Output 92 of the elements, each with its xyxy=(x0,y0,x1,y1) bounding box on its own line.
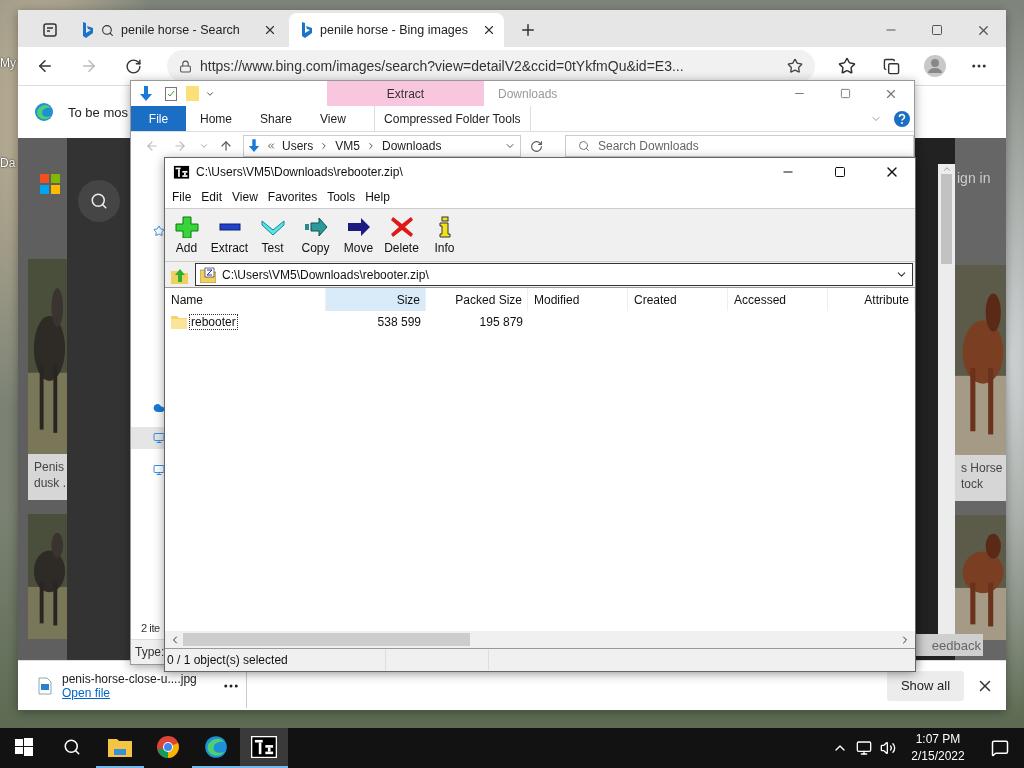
sign-in-link[interactable]: ign in xyxy=(955,170,1006,265)
properties-icon xyxy=(165,86,177,101)
arrow-icon xyxy=(346,215,371,238)
bing-icon xyxy=(82,22,94,38)
image-caption: dusk . xyxy=(34,476,67,490)
edge-icon xyxy=(34,102,54,122)
column-header[interactable]: Size xyxy=(326,288,426,311)
search-button[interactable] xyxy=(77,180,120,222)
chrome-icon xyxy=(156,735,180,759)
menu-item[interactable]: Edit xyxy=(196,190,228,204)
open-file-link[interactable]: Open file xyxy=(62,685,222,700)
edge-icon xyxy=(204,735,228,759)
menu-item[interactable]: Favorites xyxy=(262,190,323,204)
windows-icon xyxy=(15,738,33,756)
ribbon-tab[interactable]: View xyxy=(306,106,360,131)
image-caption: Penis xyxy=(34,460,66,474)
image-caption: s Horse xyxy=(961,461,1004,475)
arrow-icon xyxy=(303,215,328,238)
image-file-icon xyxy=(38,676,52,695)
taskbar-button[interactable] xyxy=(240,728,288,768)
logo-icon xyxy=(40,174,60,194)
favorites-icon[interactable] xyxy=(838,57,856,75)
back-icon[interactable] xyxy=(36,57,54,75)
volume-icon[interactable] xyxy=(880,740,896,756)
plus-icon xyxy=(174,215,199,238)
help-icon[interactable] xyxy=(894,110,910,127)
maximize-icon[interactable] xyxy=(834,166,846,178)
download-file-name: penis-horse-close-u....jpg xyxy=(62,671,198,686)
scroll-thumb[interactable] xyxy=(941,174,952,264)
table-cell-text: 195 879 xyxy=(478,314,524,331)
ribbon-tab[interactable]: Share xyxy=(246,106,307,131)
close-icon[interactable] xyxy=(482,23,496,37)
monitor-icon xyxy=(153,463,165,477)
ribbon-tab[interactable]: File xyxy=(131,106,186,131)
refresh-icon[interactable] xyxy=(124,57,142,75)
zip-folder-icon xyxy=(200,266,216,283)
feedback-button[interactable]: eedback xyxy=(915,634,983,656)
bing-icon xyxy=(301,22,313,38)
show-all-button[interactable]: Show all xyxy=(887,670,964,701)
monitor-icon xyxy=(153,431,165,445)
search-field[interactable]: Search Downloads xyxy=(565,135,914,157)
toolbar-button[interactable]: Add xyxy=(165,211,208,259)
up-icon[interactable] xyxy=(219,139,233,153)
scroll-thumb[interactable] xyxy=(183,633,470,646)
toolbar-button[interactable]: Extract xyxy=(208,211,251,259)
image-caption: tock xyxy=(961,477,984,491)
path-field[interactable]: C:\Users\VM5\Downloads\rebooter.zip\ xyxy=(195,263,913,286)
window-title: Downloads xyxy=(498,86,558,101)
info-bar-text: To be mos xyxy=(68,104,128,120)
toolbar-button[interactable]: Test xyxy=(251,211,294,259)
folder-icon xyxy=(171,315,187,329)
sevenzip-icon xyxy=(173,164,190,180)
nav-item[interactable] xyxy=(131,427,165,449)
context-tab-title: Extract xyxy=(327,81,484,106)
folder-icon xyxy=(108,737,132,757)
menu-item[interactable]: Tools xyxy=(322,190,361,204)
toolbar-button[interactable]: Move xyxy=(337,211,380,259)
file-name[interactable]: rebooter xyxy=(189,314,238,330)
refresh-icon[interactable] xyxy=(529,139,543,153)
menu-item[interactable]: Help xyxy=(360,190,395,204)
network-icon[interactable] xyxy=(856,740,872,756)
browser-tab[interactable]: penile horse - Bing images xyxy=(289,13,504,47)
address-bar[interactable]: Users VM5 Downloads xyxy=(243,135,521,157)
menu-item[interactable]: View xyxy=(227,190,263,204)
search-icon xyxy=(101,23,114,37)
close-icon[interactable] xyxy=(263,23,277,37)
tab-actions-icon xyxy=(43,23,57,37)
star-icon xyxy=(153,224,165,238)
search-icon xyxy=(89,192,108,210)
maximize-icon[interactable] xyxy=(931,24,943,36)
table-cell-text: 538 599 xyxy=(376,314,422,331)
search-icon xyxy=(578,140,590,152)
sevenzip-icon xyxy=(251,735,277,759)
menu-item[interactable]: File xyxy=(167,190,197,204)
status-text: 0 / 1 object(s) selected xyxy=(165,650,386,670)
collections-icon[interactable] xyxy=(882,57,900,75)
toolbar-button[interactable]: Info xyxy=(423,211,466,259)
profile-icon[interactable] xyxy=(924,55,946,77)
ribbon-tab[interactable]: Compressed Folder Tools xyxy=(373,106,531,131)
address-bar[interactable]: https://www.bing.com/images/search?view=detailV2&ccid=0tYkfmQu&id=E3... xyxy=(167,50,815,82)
window-title: C:\Users\VM5\Downloads\rebooter.zip\ xyxy=(196,165,403,179)
cross-icon xyxy=(389,215,414,238)
notifications-icon[interactable] xyxy=(991,739,1009,757)
folder-icon xyxy=(185,86,199,101)
new-tab-icon[interactable] xyxy=(519,21,537,39)
cloud-icon xyxy=(153,401,165,415)
search-icon xyxy=(63,738,81,756)
ribbon-tab[interactable]: Home xyxy=(186,106,246,131)
clock[interactable]: 1:07 PM 2/15/2022 xyxy=(900,731,976,765)
toolbar-button[interactable]: Delete xyxy=(380,211,423,259)
toolbar-button[interactable]: Copy xyxy=(294,211,337,259)
download-icon xyxy=(139,85,153,102)
